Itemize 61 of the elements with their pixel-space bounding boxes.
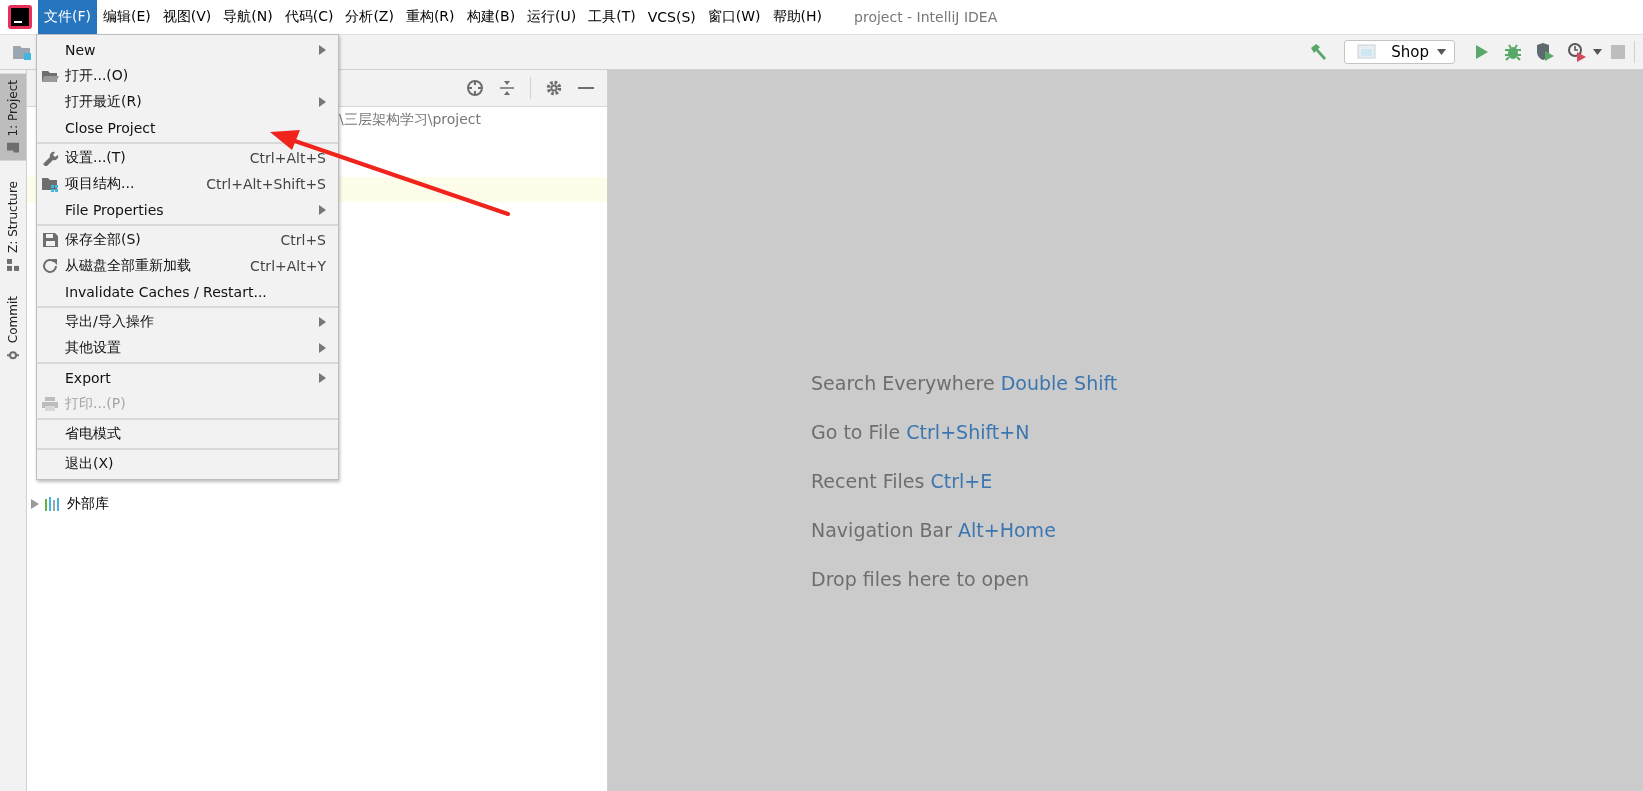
- folder-grid-icon: [41, 176, 59, 192]
- tool-window-tab[interactable]: Z: Structure: [0, 174, 26, 277]
- menu-item[interactable]: VCS(S): [641, 0, 702, 34]
- menu-item[interactable]: 其他设置: [37, 335, 338, 361]
- bug-icon[interactable]: [1503, 42, 1523, 62]
- locate-icon[interactable]: [466, 79, 484, 97]
- run-configuration-dropdown[interactable]: Shop: [1344, 40, 1455, 64]
- editor-hint: Navigation Bar Alt+Home: [811, 517, 1057, 543]
- clock-run-icon[interactable]: [1567, 42, 1587, 62]
- menu-item[interactable]: 打开...(O): [37, 63, 338, 89]
- menu-item[interactable]: 代码(C): [278, 0, 340, 34]
- menu-item[interactable]: Close Project: [37, 115, 338, 141]
- library-bars-icon: [45, 497, 61, 511]
- menu-item[interactable]: Invalidate Caches / Restart...: [37, 279, 338, 305]
- menu-item[interactable]: 帮助(H): [766, 0, 829, 34]
- wrench-icon: [41, 150, 59, 166]
- editor-hint: Go to File Ctrl+Shift+N: [811, 419, 1031, 445]
- menu-item[interactable]: 项目结构... Ctrl+Alt+Shift+S: [37, 171, 338, 197]
- menu-item[interactable]: 运行(U): [521, 0, 583, 34]
- printer-icon: [41, 396, 59, 412]
- folder-icon: [41, 68, 59, 84]
- expand-arrow-icon[interactable]: [31, 499, 39, 509]
- menu-item[interactable]: 导出/导入操作: [37, 309, 338, 335]
- menu-item[interactable]: 保存全部(S) Ctrl+S: [37, 227, 338, 253]
- structure-icon: [7, 258, 19, 271]
- menu-item[interactable]: 视图(V): [156, 0, 218, 34]
- menu-item[interactable]: 从磁盘全部重新加载 Ctrl+Alt+Y: [37, 253, 338, 279]
- tool-window-tab[interactable]: Commit: [0, 290, 26, 368]
- caret-icon: [1437, 49, 1446, 55]
- settings-icon[interactable]: [545, 79, 563, 97]
- project-path-text: \三层架构学习\project: [339, 111, 483, 129]
- window-title: project - IntelliJ IDEA: [854, 9, 998, 25]
- editor-hint: Search Everywhere Double Shift: [811, 370, 1118, 396]
- menu-item[interactable]: 设置...(T) Ctrl+Alt+S: [37, 145, 338, 171]
- refresh-icon: [41, 258, 59, 274]
- menu-item[interactable]: File Properties: [37, 197, 338, 223]
- menu-item[interactable]: 导航(N): [217, 0, 279, 34]
- folder-icon: [7, 142, 19, 155]
- menu-item[interactable]: 文件(F): [38, 0, 97, 34]
- menu-item[interactable]: Export: [37, 365, 338, 391]
- editor-hint: Recent Files Ctrl+E: [811, 468, 994, 494]
- window-icon: [1357, 42, 1378, 62]
- menu-item[interactable]: 编辑(E): [97, 0, 157, 34]
- coverage-run-icon[interactable]: [1535, 42, 1555, 62]
- tool-window-tab[interactable]: 1: Project: [0, 74, 26, 161]
- menu-item[interactable]: New: [37, 37, 338, 63]
- menu-item[interactable]: 工具(T): [582, 0, 642, 34]
- menu-item[interactable]: 省电模式: [37, 421, 338, 447]
- menu-item[interactable]: 打开最近(R): [37, 89, 338, 115]
- menu-item[interactable]: 重构(R): [399, 0, 461, 34]
- tree-item-label[interactable]: 外部库: [67, 495, 109, 513]
- menu-item[interactable]: 分析(Z): [339, 0, 400, 34]
- commit-icon: [7, 349, 19, 362]
- app-logo-icon: [8, 5, 32, 29]
- caret-icon[interactable]: [1593, 49, 1602, 55]
- menu-item[interactable]: 退出(X): [37, 451, 338, 477]
- menu-item[interactable]: 构建(B): [460, 0, 522, 34]
- menu-item[interactable]: 窗口(W): [701, 0, 767, 34]
- hammer-icon[interactable]: [1308, 42, 1329, 62]
- editor-hint: Drop files here to open: [811, 566, 1030, 592]
- collapse-all-icon[interactable]: [498, 79, 516, 97]
